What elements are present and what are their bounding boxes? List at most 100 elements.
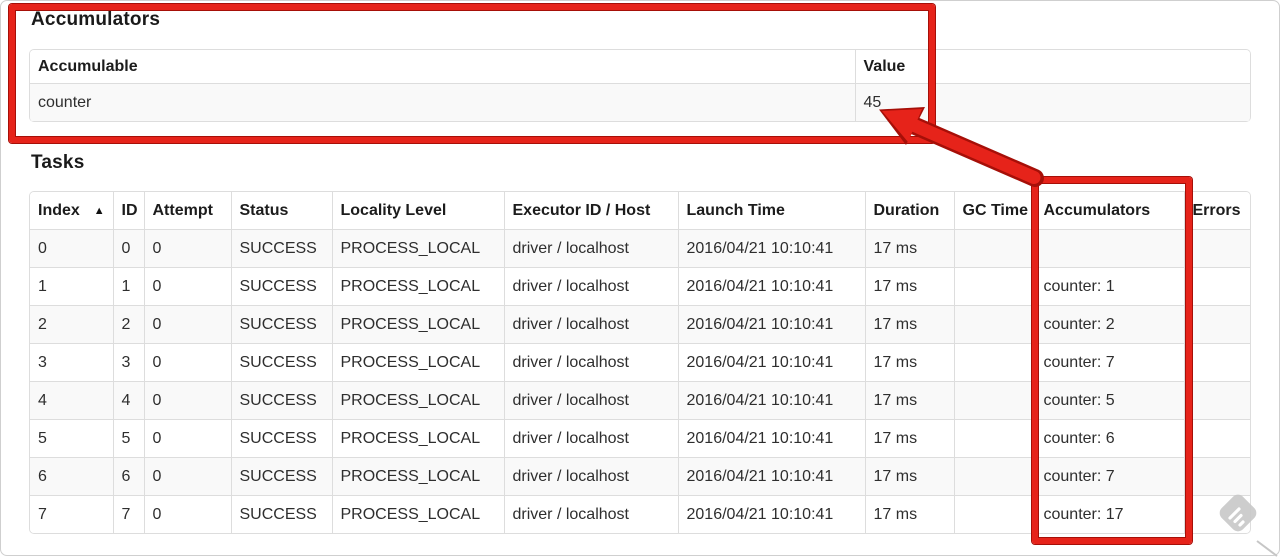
cell-attempt: 0	[143, 495, 231, 533]
cell-status: SUCCESS	[230, 419, 332, 458]
table-row: 2 2 0 SUCCESS PROCESS_LOCAL driver / localhos…	[30, 305, 1250, 344]
cell-id: 6	[112, 457, 144, 496]
cell-status: SUCCESS	[230, 267, 332, 306]
column-header-executor-id-host[interactable]: Executor ID / Host	[503, 192, 678, 230]
cell-attempt: 0	[143, 419, 231, 458]
cell-executor-id-host: driver / localhost	[503, 229, 678, 268]
cell-status: SUCCESS	[230, 343, 332, 382]
cell-id: 1	[112, 267, 144, 306]
column-header-status[interactable]: Status	[230, 192, 332, 230]
cell-index: 1	[30, 267, 113, 306]
cell-duration: 17 ms	[864, 343, 954, 382]
cell-attempt: 0	[143, 305, 231, 344]
cell-accumulators: counter: 17	[1034, 495, 1184, 533]
column-header-accumulators[interactable]: Accumulators	[1034, 192, 1184, 230]
cell-launch-time: 2016/04/21 10:10:41	[677, 229, 865, 268]
cell-launch-time: 2016/04/21 10:10:41	[677, 267, 865, 306]
cell-locality-level: PROCESS_LOCAL	[331, 381, 504, 420]
cell-id: 3	[112, 343, 144, 382]
cell-locality-level: PROCESS_LOCAL	[331, 457, 504, 496]
column-header-attempt[interactable]: Attempt	[143, 192, 231, 230]
cell-duration: 17 ms	[864, 305, 954, 344]
cell-status: SUCCESS	[230, 495, 332, 533]
column-header-label: Value	[863, 58, 906, 75]
cell-status: SUCCESS	[230, 381, 332, 420]
cell-duration: 17 ms	[864, 267, 954, 306]
column-header-label: Index	[38, 201, 80, 219]
accumulators-section-heading: Accumulators	[31, 9, 161, 30]
cell-launch-time: 2016/04/21 10:10:41	[677, 305, 865, 344]
cell-locality-level: PROCESS_LOCAL	[331, 419, 504, 458]
cell-gc-time	[953, 267, 1035, 306]
corner-artifact	[1256, 540, 1278, 557]
column-header-label: GC Time	[962, 202, 1029, 219]
cell-locality-level: PROCESS_LOCAL	[331, 305, 504, 344]
table-row: 0 0 0 SUCCESS PROCESS_LOCAL driver / localhos…	[30, 229, 1250, 268]
cell-attempt: 0	[143, 381, 231, 420]
column-header-gc-time[interactable]: GC Time	[953, 192, 1035, 230]
cell-gc-time	[953, 305, 1035, 344]
cell-accumulators: counter: 6	[1034, 419, 1184, 458]
column-header-accumulable[interactable]: Accumulable	[30, 50, 855, 84]
cell-value: 45	[854, 83, 1250, 122]
cell-errors	[1183, 343, 1250, 382]
cell-errors	[1183, 305, 1250, 344]
column-header-label: Executor ID / Host	[512, 202, 651, 219]
cell-gc-time	[953, 419, 1035, 458]
cell-attempt: 0	[143, 229, 231, 268]
cell-errors	[1183, 419, 1250, 458]
table-row: 3 3 0 SUCCESS PROCESS_LOCAL driver / localhos…	[30, 343, 1250, 382]
cell-errors	[1183, 381, 1250, 420]
column-header-label: Accumulable	[38, 58, 138, 75]
cell-gc-time	[953, 343, 1035, 382]
column-header-label: Launch Time	[686, 202, 785, 219]
column-header-label: Attempt	[152, 202, 213, 219]
cell-attempt: 0	[143, 457, 231, 496]
header-row: Index ▲ ID Attempt Status Locality Level Execu…	[30, 192, 1250, 230]
cell-id: 5	[112, 419, 144, 458]
cell-launch-time: 2016/04/21 10:10:41	[677, 495, 865, 533]
column-header-label: ID	[121, 202, 138, 219]
column-header-duration[interactable]: Duration	[864, 192, 954, 230]
cell-gc-time	[953, 495, 1035, 533]
column-header-label: Status	[239, 202, 289, 219]
column-header-id[interactable]: ID	[112, 192, 144, 230]
cell-errors	[1183, 457, 1250, 496]
cell-executor-id-host: driver / localhost	[503, 419, 678, 458]
cell-executor-id-host: driver / localhost	[503, 305, 678, 344]
cell-accumulators: counter: 1	[1034, 267, 1184, 306]
cell-index: 6	[30, 457, 113, 496]
table-row: 7 7 0 SUCCESS PROCESS_LOCAL driver / localhos…	[30, 495, 1250, 533]
cell-gc-time	[953, 229, 1035, 268]
column-header-label: Accumulators	[1043, 202, 1151, 219]
cell-id: 4	[112, 381, 144, 420]
cell-id: 2	[112, 305, 144, 344]
cell-accumulators: counter: 2	[1034, 305, 1184, 344]
cell-index: 4	[30, 381, 113, 420]
column-header-locality-level[interactable]: Locality Level	[331, 192, 504, 230]
tasks-table: Index ▲ ID Attempt Status Locality Level Execu…	[29, 191, 1251, 534]
screenshot-frame: Accumulators Accumulable Value counter 45 T…	[0, 0, 1280, 557]
column-header-launch-time[interactable]: Launch Time	[677, 192, 865, 230]
column-header-index[interactable]: Index ▲	[30, 192, 113, 230]
cell-duration: 17 ms	[864, 419, 954, 458]
column-header-errors[interactable]: Errors	[1183, 192, 1250, 230]
cell-accumulable: counter	[30, 83, 855, 122]
cell-duration: 17 ms	[864, 381, 954, 420]
accumulators-table: Accumulable Value counter 45	[29, 49, 1251, 122]
cell-duration: 17 ms	[864, 457, 954, 496]
cell-status: SUCCESS	[230, 305, 332, 344]
column-header-label: Locality Level	[340, 202, 447, 219]
table-row: 1 1 0 SUCCESS PROCESS_LOCAL driver / localhos…	[30, 267, 1250, 306]
cell-id: 7	[112, 495, 144, 533]
cell-duration: 17 ms	[864, 229, 954, 268]
column-header-label: Duration	[873, 202, 940, 219]
cell-executor-id-host: driver / localhost	[503, 267, 678, 306]
cell-executor-id-host: driver / localhost	[503, 457, 678, 496]
column-header-value[interactable]: Value	[854, 50, 1250, 84]
cell-errors	[1183, 495, 1250, 533]
cell-index: 3	[30, 343, 113, 382]
cell-launch-time: 2016/04/21 10:10:41	[677, 419, 865, 458]
cell-executor-id-host: driver / localhost	[503, 495, 678, 533]
cell-accumulators: counter: 7	[1034, 343, 1184, 382]
